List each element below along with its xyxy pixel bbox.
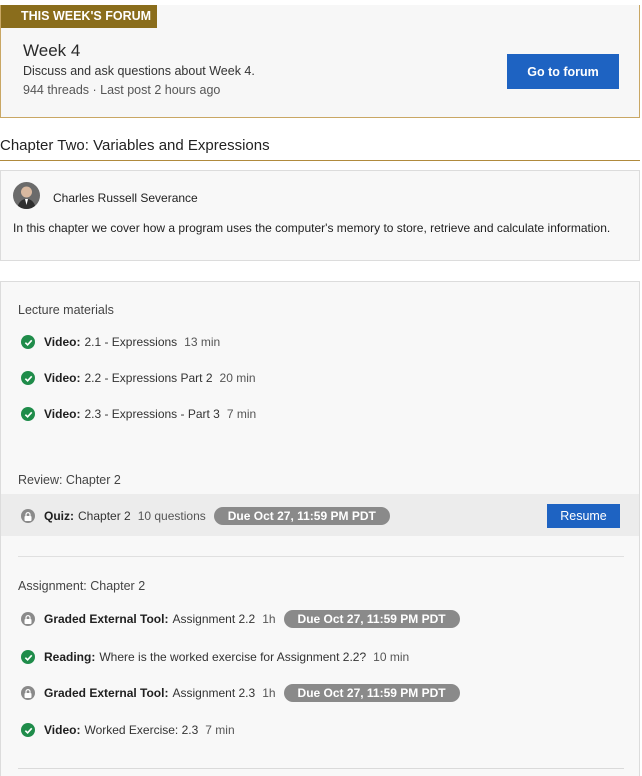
item-title: Where is the worked exercise for Assignm… [99,650,367,664]
go-to-forum-button[interactable]: Go to forum [507,54,619,89]
instructor-name[interactable]: Charles Russell Severance [53,191,198,205]
item-duration: 20 min [219,371,256,385]
forum-card: THIS WEEK'S FORUM Week 4 Discuss and ask… [0,5,640,118]
check-circle-icon [21,371,35,385]
section-label-assignment: Assignment: Chapter 2 [18,579,146,593]
module-content: Lecture materials Video: 2.1 - Expressio… [0,281,640,776]
list-item[interactable]: Video: Worked Exercise: 2.3 7 min [21,721,235,739]
resume-button[interactable]: Resume [547,504,620,528]
item-kind: Video: [44,335,81,349]
item-duration: 1h [262,612,276,626]
item-kind: Graded External Tool: [44,612,169,626]
item-duration: 10 questions [137,509,206,523]
list-item[interactable]: Reading: Where is the worked exercise fo… [21,648,409,666]
instructor-card: Charles Russell Severance In this chapte… [0,170,640,261]
forum-title: Week 4 [23,41,81,60]
item-kind: Video: [44,371,81,385]
lock-icon [21,612,35,626]
item-title: 2.1 - Expressions [84,335,178,349]
list-item[interactable]: Video: 2.3 - Expressions - Part 3 7 min [21,405,256,423]
item-duration: 10 min [373,650,410,664]
lock-icon [21,509,35,523]
divider [18,768,624,769]
item-title: Assignment 2.2 [172,612,256,626]
item-kind: Video: [44,407,81,421]
item-title: 2.3 - Expressions - Part 3 [84,407,220,421]
item-title: Worked Exercise: 2.3 [84,723,199,737]
list-item[interactable]: Video: 2.1 - Expressions 13 min [21,333,220,351]
avatar[interactable] [13,182,40,209]
divider [18,556,624,557]
check-circle-icon [21,650,35,664]
item-kind: Reading: [44,650,96,664]
item-kind: Graded External Tool: [44,686,169,700]
item-duration: 1h [262,686,276,700]
forum-badge: THIS WEEK'S FORUM [1,5,157,28]
check-circle-icon [21,407,35,421]
item-title: Chapter 2 [78,509,131,523]
section-label-lecture: Lecture materials [18,303,114,317]
due-date-badge: Due Oct 27, 11:59 PM PDT [213,507,390,525]
item-kind: Quiz: [44,509,74,523]
lock-icon [21,686,35,700]
forum-meta: 944 threads · Last post 2 hours ago [23,83,221,97]
due-date-badge: Due Oct 27, 11:59 PM PDT [283,684,460,702]
check-circle-icon [21,335,35,349]
chapter-description: In this chapter we cover how a program u… [13,221,611,235]
list-item[interactable]: Quiz: Chapter 2 10 questions Due Oct 27,… [21,507,390,525]
item-duration: 7 min [205,723,235,737]
section-label-review: Review: Chapter 2 [18,473,121,487]
due-date-badge: Due Oct 27, 11:59 PM PDT [283,610,460,628]
item-kind: Video: [44,723,81,737]
list-item[interactable]: Video: 2.2 - Expressions Part 2 20 min [21,369,256,387]
check-circle-icon [21,723,35,737]
list-item[interactable]: Graded External Tool: Assignment 2.3 1h … [21,684,460,702]
item-title: Assignment 2.3 [172,686,256,700]
chapter-title: Chapter Two: Variables and Expressions [0,137,640,161]
item-title: 2.2 - Expressions Part 2 [84,371,213,385]
item-duration: 7 min [226,407,257,421]
list-item[interactable]: Graded External Tool: Assignment 2.2 1h … [21,610,460,628]
item-duration: 13 min [184,335,221,349]
forum-description: Discuss and ask questions about Week 4. [23,64,255,78]
